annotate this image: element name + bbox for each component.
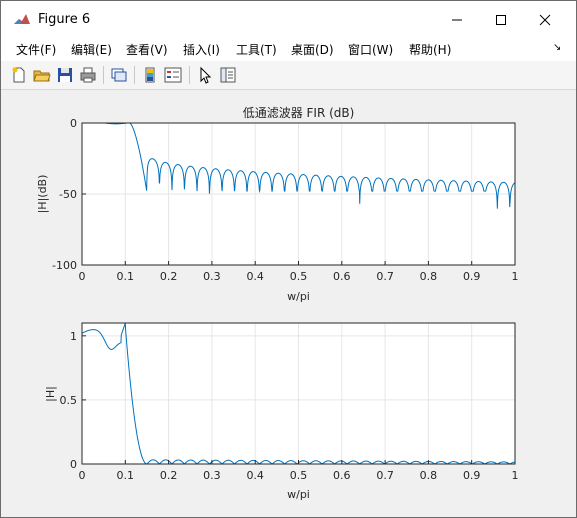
maximize-icon <box>496 15 506 25</box>
dock-arrow-icon[interactable]: ↘ <box>553 42 561 53</box>
x-tick-label: 0.7 <box>376 270 394 283</box>
matlab-icon <box>13 12 31 28</box>
menu-bar: 文件(F) 编辑(E) 查看(V) 插入(I) 工具(T) 桌面(D) 窗口(W… <box>1 39 576 61</box>
menu-file[interactable]: 文件(F) <box>16 41 56 58</box>
property-editor-icon[interactable] <box>219 66 237 84</box>
y-tick-label: 1 <box>70 330 77 343</box>
x-tick-label: 0.3 <box>203 469 221 482</box>
x-tick-label: 0.5 <box>290 270 308 283</box>
title-bar: Figure 6 <box>1 1 576 39</box>
x-tick-label: 1 <box>512 469 519 482</box>
x-tick-label: 0.6 <box>333 270 351 283</box>
x-tick-label: 0.6 <box>333 469 351 482</box>
axes-2-ylabel: |H| <box>44 386 57 402</box>
figure-canvas: 0 0.1 0.2 0.3 0.4 0.5 0.6 0.7 0.8 0.9 1 0 -50 -100 低通… <box>9 93 569 511</box>
open-folder-icon[interactable] <box>33 66 51 84</box>
x-tick-label: 0.9 <box>463 469 481 482</box>
y-tick-label: -50 <box>59 188 77 201</box>
x-tick-label: 0 <box>79 270 86 283</box>
menu-edit[interactable]: 编辑(E) <box>71 41 112 58</box>
menu-view[interactable]: 查看(V) <box>126 41 168 58</box>
link-plot-icon[interactable] <box>110 66 128 84</box>
minimize-icon <box>452 19 462 21</box>
figure-window: Figure 6 文件(F) 编辑(E) 查看(V) 插入(I) 工具(T) 桌… <box>0 0 577 518</box>
axes-1-title: 低通滤波器 FIR (dB) <box>243 106 355 120</box>
axes-1-ylabel: |H|(dB) <box>36 175 49 214</box>
axes-1[interactable]: 0 0.1 0.2 0.3 0.4 0.5 0.6 0.7 0.8 0.9 1 0 -50 -100 低通… <box>36 106 519 303</box>
x-tick-label: 0.1 <box>117 469 135 482</box>
toolbar <box>1 61 576 90</box>
pointer-icon[interactable] <box>196 66 214 84</box>
toolbar-separator <box>189 66 190 84</box>
colorbar-icon[interactable] <box>141 66 159 84</box>
toolbar-separator <box>134 66 135 84</box>
x-tick-label: 0.4 <box>246 469 264 482</box>
maximize-button[interactable] <box>478 1 524 39</box>
menu-window[interactable]: 窗口(W) <box>348 41 393 58</box>
axes-2-xlabel: w/pi <box>287 488 310 501</box>
x-tick-label: 1 <box>512 270 519 283</box>
print-icon[interactable] <box>79 66 97 84</box>
toolbar-separator <box>103 66 104 84</box>
menu-insert[interactable]: 插入(I) <box>183 41 220 58</box>
x-tick-label: 0.7 <box>376 469 394 482</box>
menu-tools[interactable]: 工具(T) <box>236 41 277 58</box>
x-tick-label: 0.2 <box>160 270 178 283</box>
x-tick-label: 0 <box>79 469 86 482</box>
close-icon <box>539 14 551 26</box>
x-tick-label: 0.4 <box>246 270 264 283</box>
x-tick-label: 0.9 <box>463 270 481 283</box>
axes-2[interactable]: 0 0.1 0.2 0.3 0.4 0.5 0.6 0.7 0.8 0.9 100.51 w/pi … <box>44 322 519 501</box>
y-tick-label: 0.5 <box>60 394 78 407</box>
x-tick-label: 0.3 <box>203 270 221 283</box>
x-tick-label: 0.8 <box>420 469 438 482</box>
y-tick-label: -100 <box>52 259 77 272</box>
x-tick-label: 0.5 <box>290 469 308 482</box>
minimize-button[interactable] <box>434 1 480 39</box>
axes-1-xlabel: w/pi <box>287 290 310 303</box>
x-tick-label: 0.8 <box>420 270 438 283</box>
new-figure-icon[interactable] <box>10 66 28 84</box>
y-tick-label: 0 <box>70 117 77 130</box>
save-icon[interactable] <box>56 66 74 84</box>
menu-help[interactable]: 帮助(H) <box>409 41 451 58</box>
menu-desktop[interactable]: 桌面(D) <box>291 41 334 58</box>
x-tick-label: 0.2 <box>160 469 178 482</box>
close-button[interactable] <box>522 1 568 39</box>
legend-icon[interactable] <box>164 66 182 84</box>
y-tick-label: 0 <box>70 458 77 471</box>
window-title: Figure 6 <box>38 12 91 27</box>
plot-canvas: 0 0.1 0.2 0.3 0.4 0.5 0.6 0.7 0.8 0.9 1 0 -50 -100 低通… <box>36 106 519 501</box>
x-tick-label: 0.1 <box>117 270 135 283</box>
